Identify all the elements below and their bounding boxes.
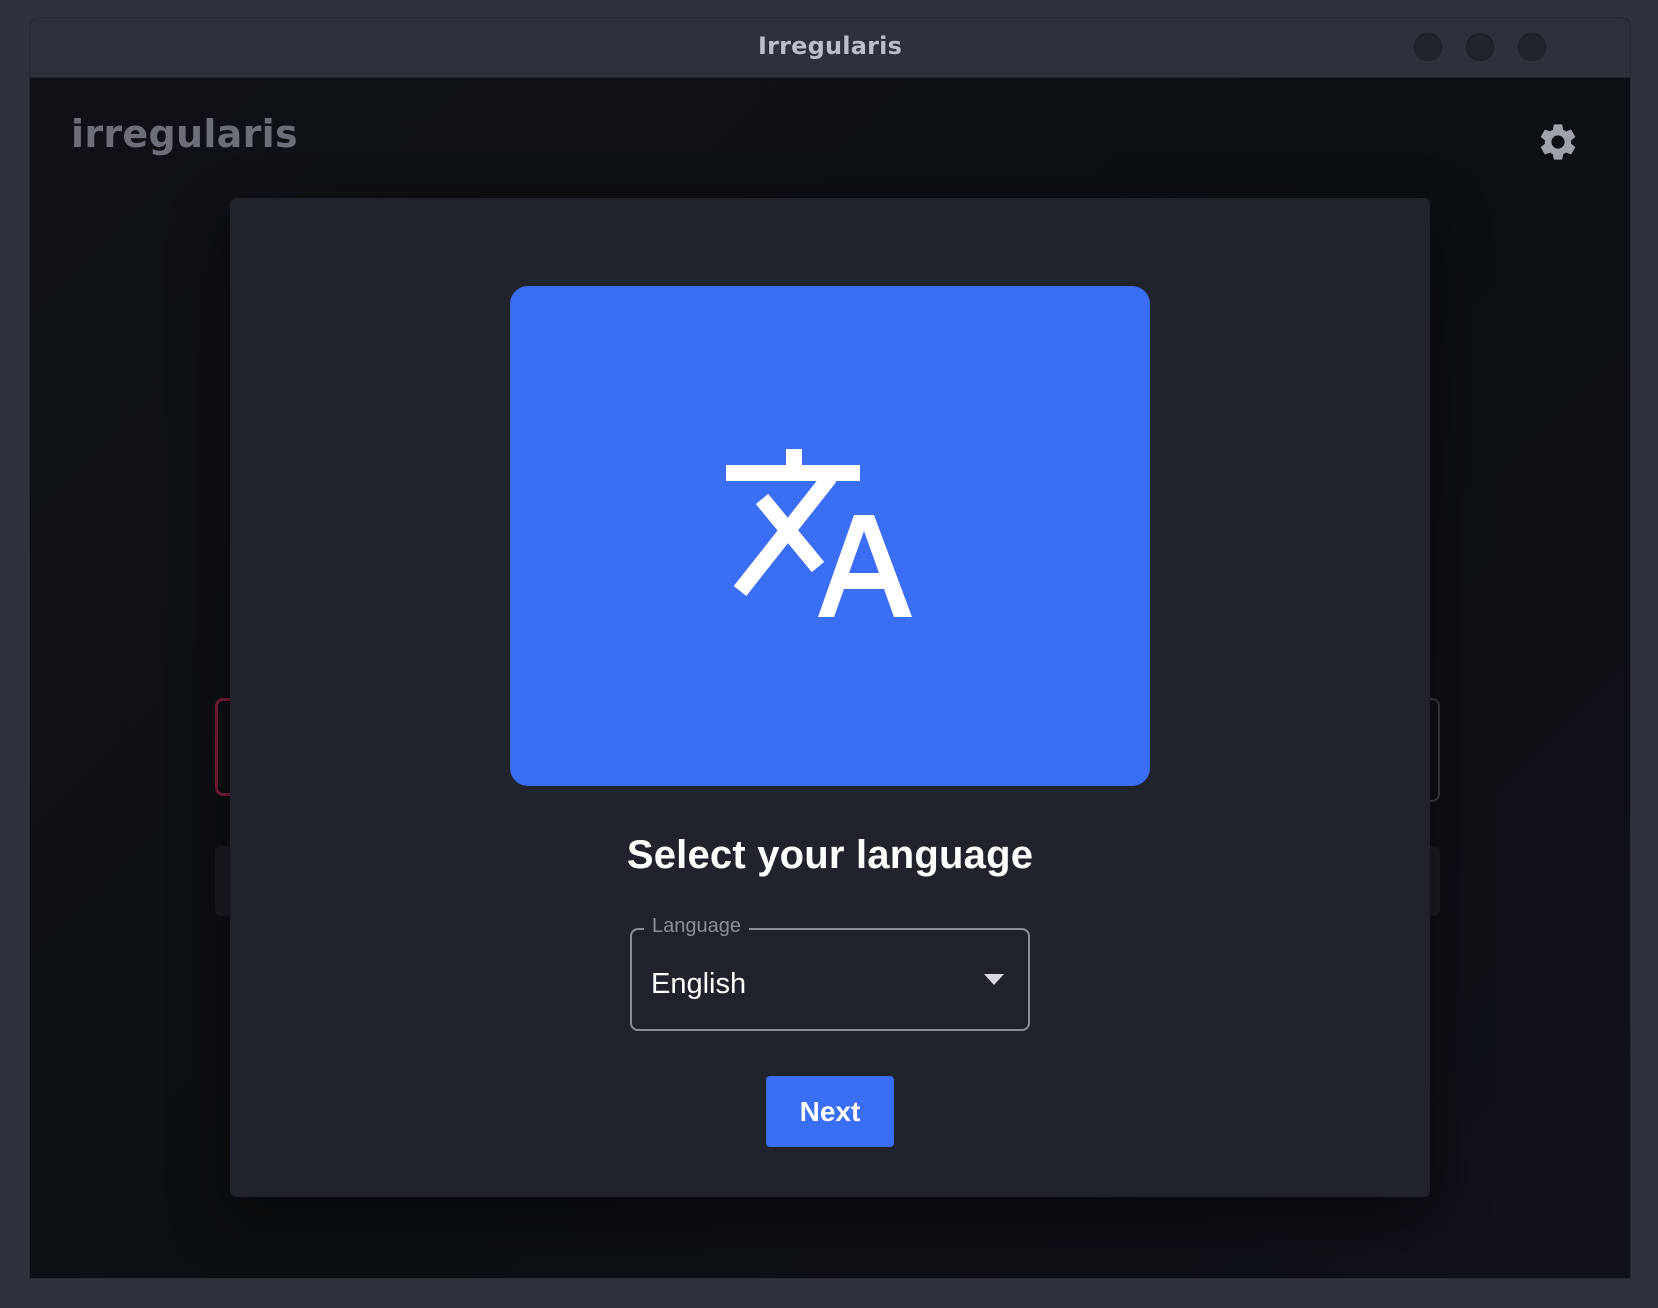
minimize-button[interactable] [1414,33,1442,61]
language-select-value: English [651,968,747,1000]
window-titlebar[interactable]: Irregularis [30,18,1630,78]
app-brand: irregularis [71,112,298,156]
dialog-title: Select your language [626,833,1034,877]
gear-icon [1540,124,1576,160]
maximize-button[interactable] [1466,33,1494,61]
app-window: Irregularis irregularis Select your lang… [30,18,1630,1278]
language-select[interactable]: Language English [630,915,1030,1031]
window-title: Irregularis [757,32,903,60]
close-button[interactable] [1518,33,1546,61]
settings-button[interactable] [1536,120,1580,164]
language-dialog: Select your language Language English Ne… [230,198,1430,1197]
app-content: irregularis Select your language Languag… [30,78,1630,1278]
language-select-label: Language [644,915,749,938]
hero-banner [510,286,1150,786]
chevron-down-icon [984,974,1004,985]
translate-icon [726,449,912,617]
next-button[interactable]: Next [766,1076,894,1147]
